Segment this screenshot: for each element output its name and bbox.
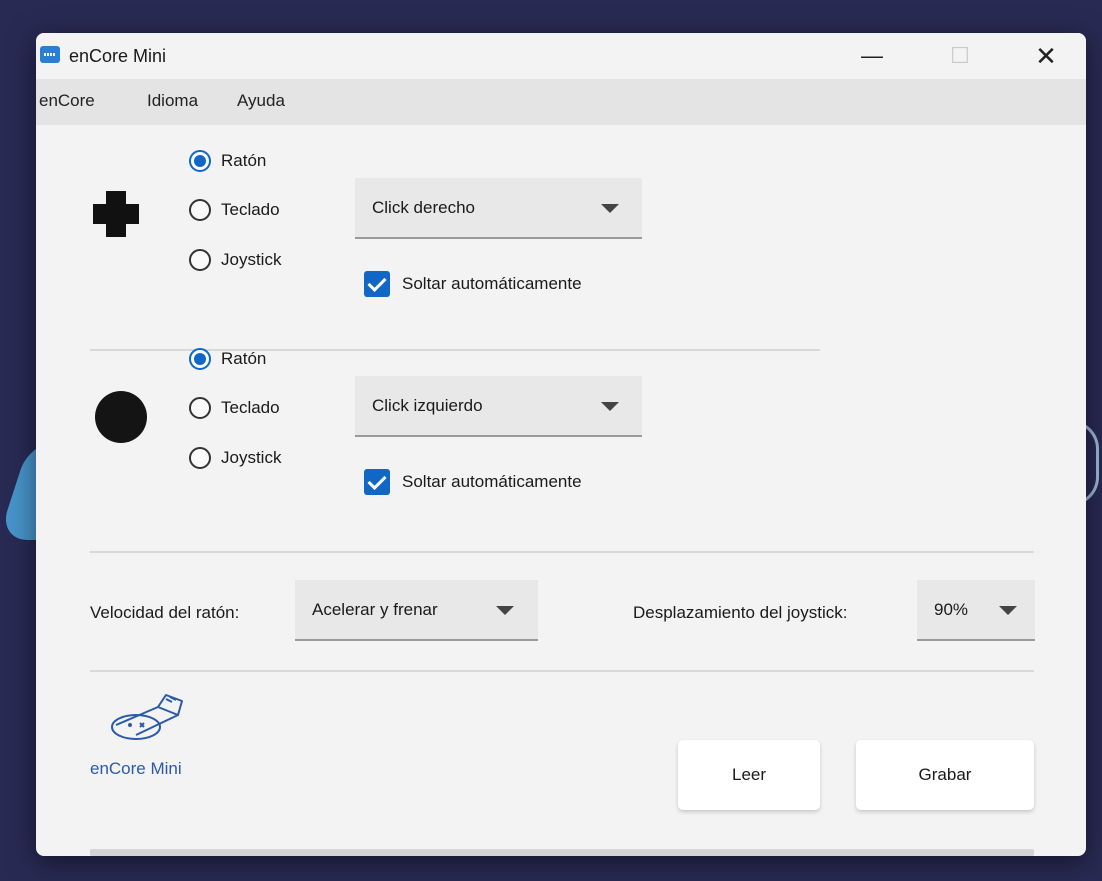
dpad-cross-icon xyxy=(93,191,139,237)
action-dropdown-1[interactable]: Click derecho xyxy=(355,178,642,239)
radio-keyboard-2[interactable]: Teclado xyxy=(189,397,280,419)
round-button-icon xyxy=(95,391,147,443)
mouse-speed-dropdown[interactable]: Acelerar y frenar xyxy=(295,580,538,641)
radio-mouse-2[interactable]: Ratón xyxy=(189,348,266,370)
radio-mouse-1[interactable]: Ratón xyxy=(189,150,266,172)
app-icon xyxy=(40,46,60,63)
checkmark-icon xyxy=(364,469,390,495)
checkmark-icon xyxy=(364,271,390,297)
joystick-displacement-label: Desplazamiento del joystick: xyxy=(633,603,848,622)
radio-label: Ratón xyxy=(221,151,267,170)
action-dropdown-2[interactable]: Click izquierdo xyxy=(355,376,642,437)
device-name: enCore Mini xyxy=(90,759,182,778)
radio-label: Teclado xyxy=(221,398,280,417)
menu-item-ayuda[interactable]: Ayuda xyxy=(237,91,285,111)
close-button[interactable]: ✕ xyxy=(1016,33,1076,79)
dropdown-value: Click izquierdo xyxy=(372,396,483,415)
chevron-down-icon xyxy=(999,606,1017,615)
chevron-down-icon xyxy=(601,402,619,411)
radio-joystick-1[interactable]: Joystick xyxy=(189,249,281,271)
radio-circle xyxy=(189,249,211,271)
maximize-button[interactable]: ☐ xyxy=(930,33,990,79)
checkbox-label: Soltar automáticamente xyxy=(402,472,582,491)
auto-release-checkbox-2[interactable]: Soltar automáticamente xyxy=(364,469,582,495)
auto-release-checkbox-1[interactable]: Soltar automáticamente xyxy=(364,271,582,297)
minimize-button[interactable]: — xyxy=(842,33,902,79)
mouse-speed-label: Velocidad del ratón: xyxy=(90,603,240,622)
radio-circle xyxy=(189,397,211,419)
radio-circle xyxy=(189,199,211,221)
radio-circle xyxy=(189,348,211,370)
chevron-down-icon xyxy=(601,204,619,213)
write-button[interactable]: Grabar xyxy=(856,740,1034,810)
title-bar[interactable]: enCore Mini — ☐ ✕ xyxy=(36,33,1086,79)
checkbox-label: Soltar automáticamente xyxy=(402,274,582,293)
radio-label: Joystick xyxy=(221,250,282,269)
radio-label: Joystick xyxy=(221,448,282,467)
joystick-displacement-dropdown[interactable]: 90% xyxy=(917,580,1035,641)
radio-label: Ratón xyxy=(221,349,267,368)
radio-circle xyxy=(189,150,211,172)
section-divider xyxy=(90,670,1034,672)
chevron-down-icon xyxy=(496,606,514,615)
radio-keyboard-1[interactable]: Teclado xyxy=(189,199,280,221)
radio-circle xyxy=(189,447,211,469)
main-content: Ratón Teclado Joystick Click derecho Sol… xyxy=(36,125,1086,856)
app-window: enCore Mini — ☐ ✕ enCore Idioma Ayuda Ra… xyxy=(36,33,1086,856)
menu-bar: enCore Idioma Ayuda xyxy=(36,79,1086,125)
menu-item-encore[interactable]: enCore xyxy=(39,91,95,111)
menu-item-idioma[interactable]: Idioma xyxy=(147,91,198,111)
window-title: enCore Mini xyxy=(69,46,167,66)
read-button[interactable]: Leer xyxy=(678,740,820,810)
radio-joystick-2[interactable]: Joystick xyxy=(189,447,281,469)
usb-device-icon xyxy=(111,694,183,740)
section-divider xyxy=(90,551,1034,553)
dropdown-value: 90% xyxy=(934,600,969,619)
progress-bar xyxy=(90,849,1034,856)
radio-label: Teclado xyxy=(221,200,280,219)
dropdown-value: Click derecho xyxy=(372,198,475,217)
dropdown-value: Acelerar y frenar xyxy=(312,600,438,619)
